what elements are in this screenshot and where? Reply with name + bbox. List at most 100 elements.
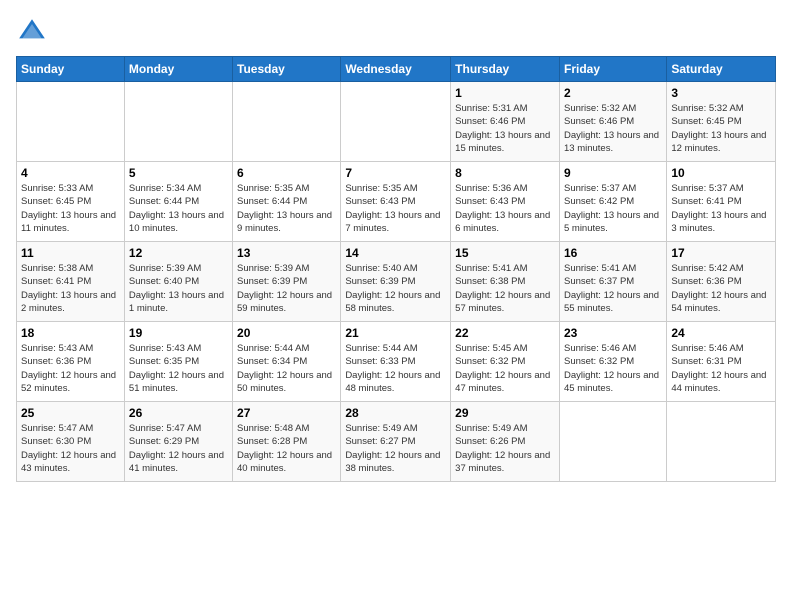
calendar-cell: 6Sunrise: 5:35 AMSunset: 6:44 PMDaylight… (233, 162, 341, 242)
weekday-header-monday: Monday (124, 57, 232, 82)
day-info: Sunrise: 5:40 AMSunset: 6:39 PMDaylight:… (345, 262, 446, 315)
day-info: Sunrise: 5:41 AMSunset: 6:38 PMDaylight:… (455, 262, 555, 315)
weekday-header-sunday: Sunday (17, 57, 125, 82)
calendar-cell: 21 Sunrise: 5:44 AMSunset: 6:33 PMDayligh… (341, 322, 451, 402)
day-number: 16 (564, 246, 662, 260)
day-info: Sunrise: 5:48 AMSunset: 6:28 PMDaylight:… (237, 422, 336, 475)
day-number: 28 (345, 406, 446, 420)
day-number: 4 (21, 166, 120, 180)
day-number: 20 (237, 326, 336, 340)
weekday-header-row: SundayMondayTuesdayWednesdayThursdayFrid… (17, 57, 776, 82)
day-number: 5 (129, 166, 228, 180)
calendar-cell: 29 Sunrise: 5:49 AMSunset: 6:26 PMDayligh… (451, 402, 560, 482)
calendar-cell: 4 Sunrise: 5:33 AMSunset: 6:45 PMDaylight… (17, 162, 125, 242)
week-row-0: 1 Sunrise: 5:31 AMSunset: 6:46 PMDaylight… (17, 82, 776, 162)
calendar-cell: 14 Sunrise: 5:40 AMSunset: 6:39 PMDayligh… (341, 242, 451, 322)
weekday-header-saturday: Saturday (667, 57, 776, 82)
calendar-cell: 3 Sunrise: 5:32 AMSunset: 6:45 PMDaylight… (667, 82, 776, 162)
calendar-cell: 11Sunrise: 5:38 AMSunset: 6:41 PMDayligh… (17, 242, 125, 322)
calendar-cell: 26Sunrise: 5:47 AMSunset: 6:29 PMDayligh… (124, 402, 232, 482)
calendar-cell: 8 Sunrise: 5:36 AMSunset: 6:43 PMDaylight… (451, 162, 560, 242)
day-number: 10 (671, 166, 771, 180)
day-info: Sunrise: 5:32 AMSunset: 6:46 PMDaylight:… (564, 102, 662, 155)
calendar-cell: 28 Sunrise: 5:49 AMSunset: 6:27 PMDayligh… (341, 402, 451, 482)
day-number: 27 (237, 406, 336, 420)
calendar-cell: 17Sunrise: 5:42 AMSunset: 6:36 PMDayligh… (667, 242, 776, 322)
page-header (16, 16, 776, 48)
day-number: 17 (671, 246, 771, 260)
calendar-cell: 22 Sunrise: 5:45 AMSunset: 6:32 PMDayligh… (451, 322, 560, 402)
logo-icon (16, 16, 48, 48)
day-number: 9 (564, 166, 662, 180)
calendar-cell: 5 Sunrise: 5:34 AMSunset: 6:44 PMDaylight… (124, 162, 232, 242)
day-info: Sunrise: 5:49 AMSunset: 6:26 PMDaylight:… (455, 422, 555, 475)
day-number: 22 (455, 326, 555, 340)
calendar-cell (17, 82, 125, 162)
day-info: Sunrise: 5:31 AMSunset: 6:46 PMDaylight:… (455, 102, 555, 155)
calendar-cell: 2 Sunrise: 5:32 AMSunset: 6:46 PMDaylight… (559, 82, 666, 162)
calendar-cell: 13 Sunrise: 5:39 AMSunset: 6:39 PMDayligh… (233, 242, 341, 322)
day-info: Sunrise: 5:35 AMSunset: 6:43 PMDaylight:… (345, 182, 446, 235)
calendar-cell: 9 Sunrise: 5:37 AMSunset: 6:42 PMDaylight… (559, 162, 666, 242)
day-info: Sunrise: 5:44 AMSunset: 6:33 PMDaylight:… (345, 342, 446, 395)
day-number: 14 (345, 246, 446, 260)
calendar-cell: 18 Sunrise: 5:43 AMSunset: 6:36 PMDayligh… (17, 322, 125, 402)
day-info: Sunrise: 5:46 AMSunset: 6:32 PMDaylight:… (564, 342, 662, 395)
day-number: 8 (455, 166, 555, 180)
calendar-cell: 16 Sunrise: 5:41 AMSunset: 6:37 PMDayligh… (559, 242, 666, 322)
week-row-3: 18 Sunrise: 5:43 AMSunset: 6:36 PMDayligh… (17, 322, 776, 402)
day-number: 13 (237, 246, 336, 260)
day-info: Sunrise: 5:32 AMSunset: 6:45 PMDaylight:… (671, 102, 771, 155)
day-info: Sunrise: 5:47 AMSunset: 6:29 PMDaylight:… (129, 422, 228, 475)
day-number: 15 (455, 246, 555, 260)
day-number: 3 (671, 86, 771, 100)
week-row-1: 4 Sunrise: 5:33 AMSunset: 6:45 PMDaylight… (17, 162, 776, 242)
weekday-header-friday: Friday (559, 57, 666, 82)
day-info: Sunrise: 5:34 AMSunset: 6:44 PMDaylight:… (129, 182, 228, 235)
calendar-cell: 20 Sunrise: 5:44 AMSunset: 6:34 PMDayligh… (233, 322, 341, 402)
day-number: 7 (345, 166, 446, 180)
day-info: Sunrise: 5:47 AMSunset: 6:30 PMDaylight:… (21, 422, 120, 475)
day-number: 1 (455, 86, 555, 100)
day-info: Sunrise: 5:38 AMSunset: 6:41 PMDaylight:… (21, 262, 120, 315)
day-info: Sunrise: 5:33 AMSunset: 6:45 PMDaylight:… (21, 182, 120, 235)
day-number: 2 (564, 86, 662, 100)
day-info: Sunrise: 5:37 AMSunset: 6:41 PMDaylight:… (671, 182, 771, 235)
day-number: 21 (345, 326, 446, 340)
day-number: 23 (564, 326, 662, 340)
calendar-cell: 12 Sunrise: 5:39 AMSunset: 6:40 PMDayligh… (124, 242, 232, 322)
calendar-cell: 1 Sunrise: 5:31 AMSunset: 6:46 PMDaylight… (451, 82, 560, 162)
calendar-cell (124, 82, 232, 162)
day-info: Sunrise: 5:46 AMSunset: 6:31 PMDaylight:… (671, 342, 771, 395)
calendar-cell: 10 Sunrise: 5:37 AMSunset: 6:41 PMDayligh… (667, 162, 776, 242)
calendar-cell: 25 Sunrise: 5:47 AMSunset: 6:30 PMDayligh… (17, 402, 125, 482)
calendar-cell: 7 Sunrise: 5:35 AMSunset: 6:43 PMDaylight… (341, 162, 451, 242)
day-info: Sunrise: 5:39 AMSunset: 6:40 PMDaylight:… (129, 262, 228, 315)
week-row-2: 11Sunrise: 5:38 AMSunset: 6:41 PMDayligh… (17, 242, 776, 322)
weekday-header-wednesday: Wednesday (341, 57, 451, 82)
calendar-cell: 24Sunrise: 5:46 AMSunset: 6:31 PMDayligh… (667, 322, 776, 402)
day-info: Sunrise: 5:41 AMSunset: 6:37 PMDaylight:… (564, 262, 662, 315)
calendar-cell (341, 82, 451, 162)
calendar-cell (233, 82, 341, 162)
day-info: Sunrise: 5:44 AMSunset: 6:34 PMDaylight:… (237, 342, 336, 395)
day-info: Sunrise: 5:37 AMSunset: 6:42 PMDaylight:… (564, 182, 662, 235)
weekday-header-thursday: Thursday (451, 57, 560, 82)
day-number: 29 (455, 406, 555, 420)
day-number: 12 (129, 246, 228, 260)
day-number: 25 (21, 406, 120, 420)
calendar-cell: 23 Sunrise: 5:46 AMSunset: 6:32 PMDayligh… (559, 322, 666, 402)
logo (16, 16, 52, 48)
calendar-cell: 15 Sunrise: 5:41 AMSunset: 6:38 PMDayligh… (451, 242, 560, 322)
day-info: Sunrise: 5:43 AMSunset: 6:36 PMDaylight:… (21, 342, 120, 395)
day-info: Sunrise: 5:39 AMSunset: 6:39 PMDaylight:… (237, 262, 336, 315)
day-info: Sunrise: 5:49 AMSunset: 6:27 PMDaylight:… (345, 422, 446, 475)
calendar-cell: 19Sunrise: 5:43 AMSunset: 6:35 PMDayligh… (124, 322, 232, 402)
day-info: Sunrise: 5:36 AMSunset: 6:43 PMDaylight:… (455, 182, 555, 235)
day-number: 18 (21, 326, 120, 340)
day-number: 6 (237, 166, 336, 180)
week-row-4: 25 Sunrise: 5:47 AMSunset: 6:30 PMDayligh… (17, 402, 776, 482)
calendar-table: SundayMondayTuesdayWednesdayThursdayFrid… (16, 56, 776, 482)
day-info: Sunrise: 5:45 AMSunset: 6:32 PMDaylight:… (455, 342, 555, 395)
weekday-header-tuesday: Tuesday (233, 57, 341, 82)
